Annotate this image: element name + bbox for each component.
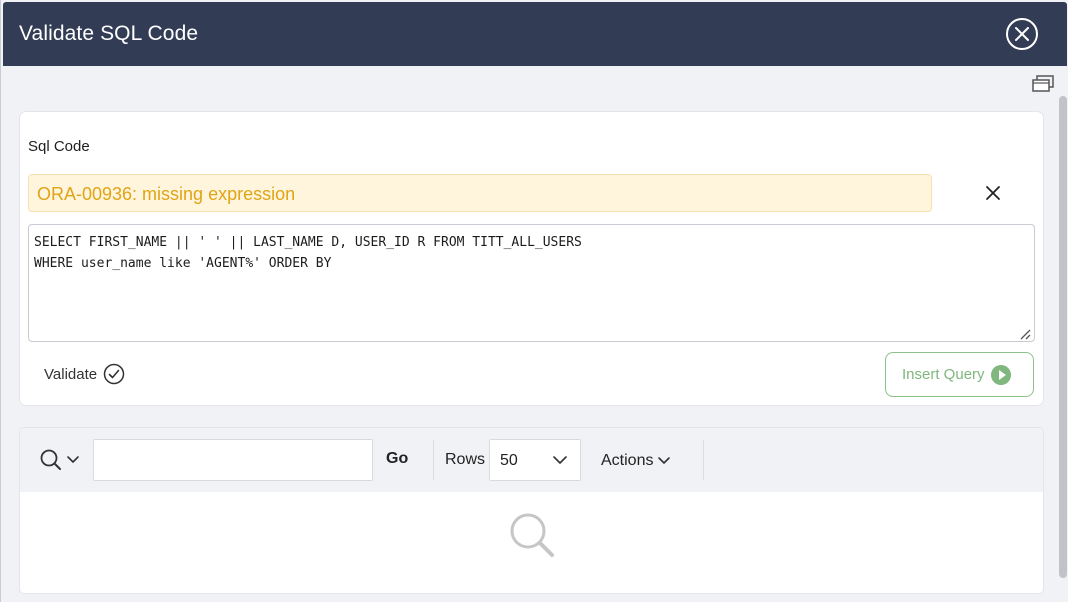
x-icon bbox=[986, 186, 1000, 200]
toolbar-divider bbox=[703, 440, 704, 480]
error-message-box: ORA-00936: missing expression bbox=[28, 174, 932, 212]
search-icon bbox=[40, 449, 61, 470]
check-circle-icon bbox=[103, 363, 125, 385]
validate-sql-dialog: Validate SQL Code Sql Code ORA-00936: mi… bbox=[0, 0, 1068, 602]
rows-label: Rows bbox=[445, 451, 486, 468]
search-icon bbox=[510, 513, 554, 557]
sql-code-editor[interactable]: SELECT FIRST_NAME || ' ' || LAST_NAME D,… bbox=[28, 224, 1035, 342]
search-input[interactable] bbox=[93, 439, 373, 481]
report-toolbar: Go Rows 50 Actions bbox=[20, 428, 1043, 492]
chevron-down-icon bbox=[67, 456, 79, 463]
scrollbar-thumb[interactable] bbox=[1059, 96, 1067, 578]
toolbar-divider bbox=[433, 440, 434, 480]
dialog-title: Validate SQL Code bbox=[19, 22, 199, 45]
error-message: ORA-00936: missing expression bbox=[37, 184, 296, 204]
insert-query-label: Insert Query bbox=[902, 366, 985, 383]
close-button[interactable] bbox=[1006, 18, 1038, 50]
validate-label: Validate bbox=[44, 365, 98, 383]
rows-value: 50 bbox=[500, 452, 518, 469]
sql-code-label: Sql Code bbox=[28, 138, 90, 155]
rows-select[interactable]: 50 bbox=[489, 439, 581, 481]
validate-button[interactable]: Validate bbox=[44, 362, 125, 386]
sql-code-region: Sql Code ORA-00936: missing expression S… bbox=[20, 112, 1043, 405]
window-restore-icon[interactable] bbox=[1032, 75, 1054, 93]
dialog-titlebar: Validate SQL Code bbox=[3, 2, 1067, 66]
dismiss-error-button[interactable] bbox=[982, 182, 1004, 204]
go-button[interactable]: Go bbox=[386, 450, 408, 468]
play-circle-icon bbox=[990, 364, 1011, 385]
actions-label: Actions bbox=[601, 452, 654, 469]
chevron-down-icon bbox=[658, 457, 671, 464]
chevron-down-icon bbox=[553, 456, 567, 464]
actions-menu-button[interactable]: Actions bbox=[601, 450, 671, 472]
close-icon bbox=[1015, 27, 1029, 41]
report-region: Go Rows 50 Actions bbox=[20, 428, 1043, 593]
search-menu-button[interactable] bbox=[39, 447, 83, 473]
insert-query-button[interactable]: Insert Query bbox=[885, 352, 1034, 397]
